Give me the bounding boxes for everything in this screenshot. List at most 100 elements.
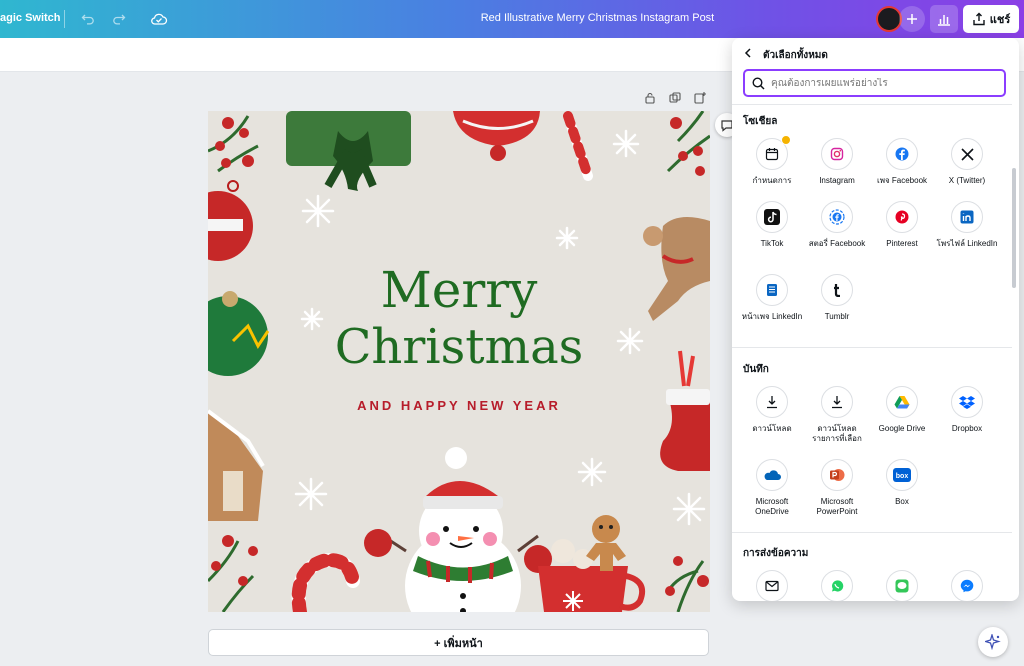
facebook-story-icon [821, 201, 853, 233]
section-title-save: บันทึก [743, 364, 769, 375]
share-option-dropbox[interactable]: Dropbox [934, 386, 1000, 434]
insights-button[interactable] [930, 5, 958, 33]
messenger-icon [951, 570, 983, 601]
powerpoint-icon [821, 459, 853, 491]
share-option-facebook-page[interactable]: เพจ Facebook [869, 138, 935, 186]
share-option-tumblr[interactable]: Tumblr [804, 274, 870, 322]
headline-christmas[interactable]: Christmas [208, 319, 710, 375]
share-option-label: Microsoft PowerPoint [816, 497, 858, 516]
search-icon [745, 76, 771, 90]
scrollbar[interactable] [1012, 168, 1016, 288]
share-option-messenger[interactable] [934, 570, 1000, 601]
headline-merry[interactable]: Merry [208, 261, 710, 319]
candy-cane-top [563, 111, 593, 181]
share-button[interactable]: แชร์ [963, 5, 1019, 33]
svg-text:box: box [896, 473, 909, 480]
email-icon [756, 570, 788, 601]
share-option-pinterest[interactable]: Pinterest [869, 201, 935, 249]
share-button-label: แชร์ [989, 14, 1011, 26]
share-option-label: Dropbox [951, 424, 983, 433]
download-icon [756, 386, 788, 418]
share-option-label: หน้าเพจ LinkedIn [741, 312, 803, 321]
share-option-instagram[interactable]: Instagram [804, 138, 870, 186]
share-option-powerpoint[interactable]: Microsoft PowerPoint [804, 459, 870, 517]
onedrive-icon [756, 459, 788, 491]
whatsapp-icon [821, 570, 853, 601]
subline-happy-new-year[interactable]: AND HAPPY NEW YEAR [208, 398, 710, 413]
share-option-label: Box [895, 497, 909, 506]
gift-box [286, 111, 411, 191]
imessage-icon [886, 570, 918, 601]
google-drive-icon [886, 386, 918, 418]
search-input[interactable] [771, 77, 1004, 89]
cloud-saved-icon[interactable] [149, 9, 169, 29]
upload-icon [973, 12, 985, 26]
facebook-icon [886, 138, 918, 170]
share-option-label: Instagram [819, 176, 855, 185]
magic-switch-button[interactable]: agic Switch [0, 12, 61, 24]
document-title[interactable]: Red Illustrative Merry Christmas Instagr… [400, 12, 795, 24]
share-option-x-twitter[interactable]: X (Twitter) [934, 138, 1000, 186]
share-option-onedrive[interactable]: Microsoft OneDrive [739, 459, 805, 517]
add-page-button[interactable]: + เพิ่มหน้า [208, 629, 709, 656]
divider [64, 10, 65, 28]
share-option-schedule[interactable]: กำหนดการ [739, 135, 805, 186]
calendar-icon [756, 135, 791, 170]
cocoa-mug [538, 539, 646, 612]
instagram-icon [821, 138, 853, 170]
linkedin-page-icon [756, 274, 788, 306]
share-option-label: ดาวน์โหลดรายการที่เลือก [812, 424, 862, 443]
bar-chart-icon [938, 15, 950, 26]
section-title-social: โซเชียล [743, 116, 778, 127]
share-option-label: Tumblr [824, 312, 850, 321]
share-option-label: TikTok [760, 239, 784, 248]
share-option-label: Pinterest [886, 239, 918, 248]
x-twitter-icon [951, 138, 983, 170]
share-option-label: Google Drive [878, 424, 926, 433]
linkedin-icon [951, 201, 983, 233]
redo-icon[interactable] [109, 9, 129, 29]
share-option-facebook-story[interactable]: สตอรี่ Facebook [804, 201, 870, 249]
premium-crown-icon [781, 135, 791, 145]
search-box[interactable] [743, 69, 1006, 97]
share-option-linkedin-page[interactable]: หน้าเพจ LinkedIn [739, 274, 805, 322]
magic-assistant-button[interactable] [978, 627, 1008, 657]
share-option-label: เพจ Facebook [876, 176, 928, 185]
share-option-whatsapp[interactable] [804, 570, 870, 601]
sparkle-icon [985, 634, 1001, 650]
tiktok-icon [756, 201, 788, 233]
panel-title: ตัวเลือกทั้งหมด [763, 50, 828, 61]
pinterest-icon [886, 201, 918, 233]
share-option-label: โพรไฟล์ LinkedIn [936, 239, 998, 248]
ornament-top [453, 111, 540, 161]
back-icon[interactable] [742, 47, 754, 59]
share-option-box[interactable]: box Box [869, 459, 935, 507]
share-option-google-drive[interactable]: Google Drive [869, 386, 935, 434]
share-option-imessage[interactable] [869, 570, 935, 601]
undo-icon[interactable] [78, 9, 98, 29]
download-selected-icon [821, 386, 853, 418]
share-option-linkedin-profile[interactable]: โพรไฟล์ LinkedIn [934, 201, 1000, 249]
share-option-download-selected[interactable]: ดาวน์โหลดรายการที่เลือก [804, 386, 870, 444]
share-option-email[interactable] [739, 570, 805, 601]
plus-icon [907, 14, 917, 24]
share-option-label: X (Twitter) [948, 176, 986, 185]
share-option-label: กำหนดการ [752, 176, 792, 185]
lock-icon[interactable] [643, 91, 657, 105]
tumblr-icon [821, 274, 853, 306]
share-option-label: ดาวน์โหลด [752, 424, 792, 433]
panel-header: ตัวเลือกทั้งหมด [732, 38, 1019, 68]
box-icon: box [886, 459, 918, 491]
duplicate-page-icon[interactable] [668, 91, 682, 105]
divider [732, 347, 1012, 348]
add-page-icon[interactable] [693, 91, 707, 105]
design-canvas[interactable]: Merry Christmas AND HAPPY NEW YEAR [208, 111, 710, 612]
share-option-download[interactable]: ดาวน์โหลด [739, 386, 805, 434]
section-title-messaging: การส่งข้อความ [743, 548, 809, 559]
share-option-label: สตอรี่ Facebook [808, 239, 866, 248]
share-option-tiktok[interactable]: TikTok [739, 201, 805, 249]
share-panel: ตัวเลือกทั้งหมด โซเชียล กำหนดการ Instagr… [732, 38, 1019, 601]
snowman [364, 447, 552, 612]
add-collaborator-button[interactable] [899, 6, 925, 32]
divider [732, 532, 1012, 533]
